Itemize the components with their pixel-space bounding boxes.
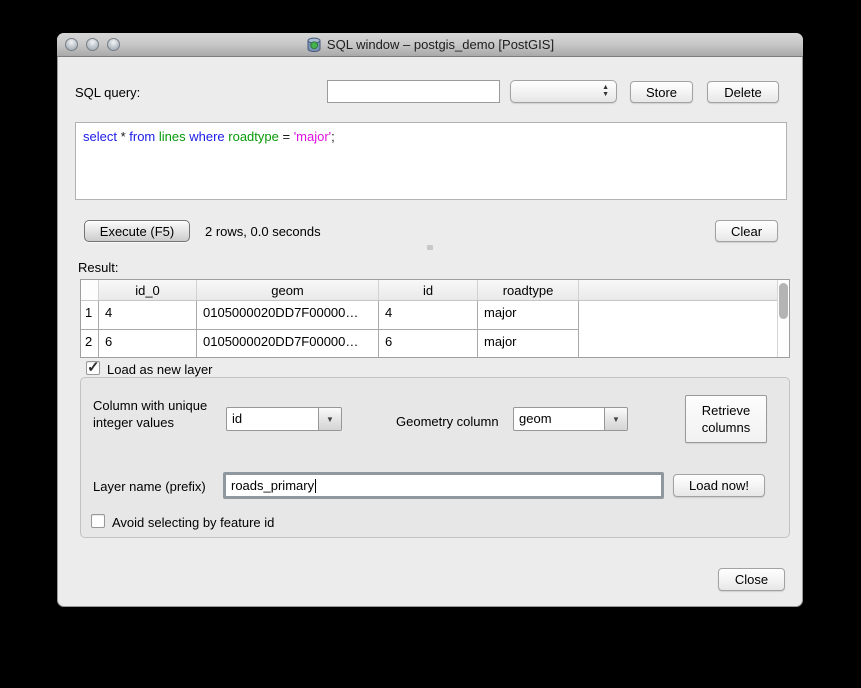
sql-token: select — [83, 129, 121, 144]
header-corner — [81, 280, 99, 300]
sql-token: from — [129, 129, 159, 144]
sql-token: = — [282, 129, 293, 144]
row-number[interactable]: 1 — [81, 301, 99, 330]
geometry-column-label: Geometry column — [396, 414, 499, 429]
chevron-down-icon[interactable]: ▼ — [318, 408, 341, 430]
stepper-arrows-icon: ▲▼ — [602, 84, 609, 98]
cell-id_0[interactable]: 4 — [99, 301, 197, 330]
zoom-window-button[interactable] — [107, 38, 120, 51]
sql-editor[interactable]: select * from lines where roadtype = 'ma… — [75, 122, 787, 200]
postgis-database-icon — [306, 37, 322, 53]
saved-queries-dropdown[interactable]: ▲▼ — [510, 80, 617, 103]
store-button[interactable]: Store — [630, 81, 693, 103]
sql-token: roadtype — [228, 129, 282, 144]
retrieve-columns-button[interactable]: Retrieve columns — [685, 395, 767, 443]
text-caret — [315, 479, 316, 493]
column-header-roadtype[interactable]: roadtype — [478, 280, 579, 300]
sql-token: lines — [159, 129, 189, 144]
query-status-text: 2 rows, 0.0 seconds — [205, 224, 321, 239]
column-header-id[interactable]: id — [379, 280, 478, 300]
window-title: SQL window – postgis_demo [PostGIS] — [327, 37, 554, 52]
cell-id[interactable]: 6 — [379, 330, 478, 358]
column-header-id_0[interactable]: id_0 — [99, 280, 197, 300]
sql-token: where — [189, 129, 228, 144]
close-window-button[interactable] — [65, 38, 78, 51]
sql-window: SQL window – postgis_demo [PostGIS] SQL … — [57, 33, 803, 607]
query-name-input[interactable] — [327, 80, 500, 103]
close-button[interactable]: Close — [718, 568, 785, 591]
layer-name-label: Layer name (prefix) — [93, 479, 206, 494]
cell-roadtype[interactable]: major — [478, 301, 579, 330]
load-as-new-layer-checkbox[interactable] — [86, 361, 100, 375]
cursor-artifact — [427, 245, 433, 250]
clear-button[interactable]: Clear — [715, 220, 778, 242]
unique-column-combobox[interactable]: id ▼ — [226, 407, 342, 431]
sql-query-label: SQL query: — [75, 85, 140, 100]
load-now-button[interactable]: Load now! — [673, 474, 765, 497]
result-table: id_0 geom id roadtype 1 4 0105000020DD7F… — [80, 279, 790, 358]
chevron-down-icon[interactable]: ▼ — [604, 408, 627, 430]
row-number[interactable]: 2 — [81, 330, 99, 358]
result-label: Result: — [78, 260, 118, 275]
header-filler — [579, 280, 789, 300]
sql-token: ; — [331, 129, 335, 144]
sql-token: * — [121, 129, 130, 144]
minimize-window-button[interactable] — [86, 38, 99, 51]
cell-id_0[interactable]: 6 — [99, 330, 197, 358]
unique-column-label: Column with unique integer values — [93, 397, 233, 431]
scrollbar-thumb[interactable] — [779, 283, 788, 319]
delete-button[interactable]: Delete — [707, 81, 779, 103]
cell-id[interactable]: 4 — [379, 301, 478, 330]
table-vertical-scrollbar[interactable] — [777, 280, 789, 357]
table-row: 2 6 0105000020DD7F00000… 6 major — [81, 330, 789, 358]
load-options-group: Column with unique integer values id ▼ G… — [80, 377, 790, 538]
avoid-selecting-checkbox[interactable] — [91, 514, 105, 528]
result-table-header: id_0 geom id roadtype — [81, 280, 789, 301]
cell-geom[interactable]: 0105000020DD7F00000… — [197, 301, 379, 330]
load-as-new-layer-label: Load as new layer — [107, 362, 213, 377]
cell-geom[interactable]: 0105000020DD7F00000… — [197, 330, 379, 358]
column-header-geom[interactable]: geom — [197, 280, 379, 300]
title-bar[interactable]: SQL window – postgis_demo [PostGIS] — [57, 33, 803, 57]
cell-roadtype[interactable]: major — [478, 330, 579, 358]
table-row: 1 4 0105000020DD7F00000… 4 major — [81, 301, 789, 330]
avoid-selecting-label: Avoid selecting by feature id — [112, 515, 274, 530]
execute-button[interactable]: Execute (F5) — [84, 220, 190, 242]
geometry-column-combobox[interactable]: geom ▼ — [513, 407, 628, 431]
sql-token: 'major' — [294, 129, 331, 144]
layer-name-input[interactable]: roads_primary — [223, 472, 664, 499]
